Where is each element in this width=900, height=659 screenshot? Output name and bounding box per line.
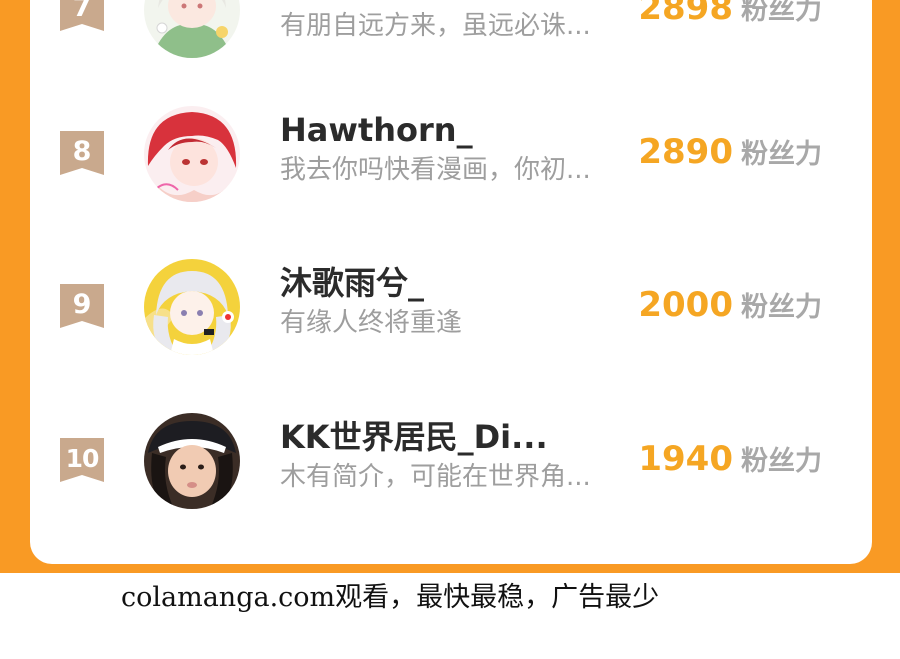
rank-number: 10 (65, 444, 100, 473)
rank-number: 8 (72, 136, 92, 167)
leaderboard-row[interactable]: 10 KK世界居民_Di... 木有简介，可能在世界角... 1940 粉丝力 (30, 410, 872, 530)
user-avatar[interactable] (144, 413, 240, 509)
fans-unit: 粉丝力 (741, 446, 822, 477)
user-bio: 木有简介，可能在世界角... (280, 462, 591, 492)
fans-score: 2000 粉丝力 (638, 284, 822, 332)
user-avatar[interactable] (144, 0, 240, 58)
rank-badge: 10 (60, 438, 104, 482)
anime-girl-red-hair-avatar (144, 106, 240, 202)
user-bio: 我去你吗快看漫画，你初... (280, 155, 591, 185)
fans-unit: 粉丝力 (741, 292, 822, 323)
fans-number: 2898 (638, 0, 733, 28)
fans-unit: 粉丝力 (741, 139, 822, 170)
fans-number: 2000 (638, 285, 733, 325)
fans-score: 1940 粉丝力 (638, 438, 822, 486)
rank-badge: 8 (60, 131, 104, 175)
user-name[interactable]: KK世界居民_Di... (280, 417, 548, 457)
fans-number: 1940 (638, 439, 733, 479)
fans-number: 2890 (638, 132, 733, 172)
leaderboard-row[interactable]: 8 Hawthorn_ 我去你吗快看漫画，你初... 2890 粉丝力 (30, 103, 872, 223)
user-name[interactable]: 沐歌雨兮_ (280, 263, 424, 303)
user-avatar[interactable] (144, 106, 240, 202)
leaderboard-row[interactable]: 9 沐歌雨兮_ 有缘人终将重逢 2000 粉丝力 (30, 256, 872, 376)
user-avatar[interactable] (144, 259, 240, 355)
user-bio: 有缘人终将重逢 (280, 308, 463, 338)
rank-number: 9 (72, 289, 92, 320)
user-bio: 有朋自远方来，虽远必诛... (280, 11, 591, 41)
leaderboard-row[interactable]: 7 有朋自远方来，虽远必诛... 2898 粉丝力 (30, 0, 872, 79)
fans-unit: 粉丝力 (741, 0, 822, 26)
fans-score: 2898 粉丝力 (638, 0, 822, 35)
anime-girl-yellow-bg-avatar (144, 259, 240, 355)
rank-number: 7 (72, 0, 92, 23)
anime-girl-green-avatar (144, 0, 240, 58)
rank-badge: 7 (60, 0, 104, 31)
rank-badge: 9 (60, 284, 104, 328)
user-name[interactable]: Hawthorn_ (280, 110, 473, 150)
fans-score: 2890 粉丝力 (638, 131, 822, 179)
site-watermark: colamanga.com观看，最快最稳，广告最少 (121, 582, 660, 613)
girl-photo-cap-avatar (144, 413, 240, 509)
leaderboard-card: 7 有朋自远方来，虽远必诛... 2898 粉丝力 8 Hawthorn_ 我去… (30, 0, 872, 564)
